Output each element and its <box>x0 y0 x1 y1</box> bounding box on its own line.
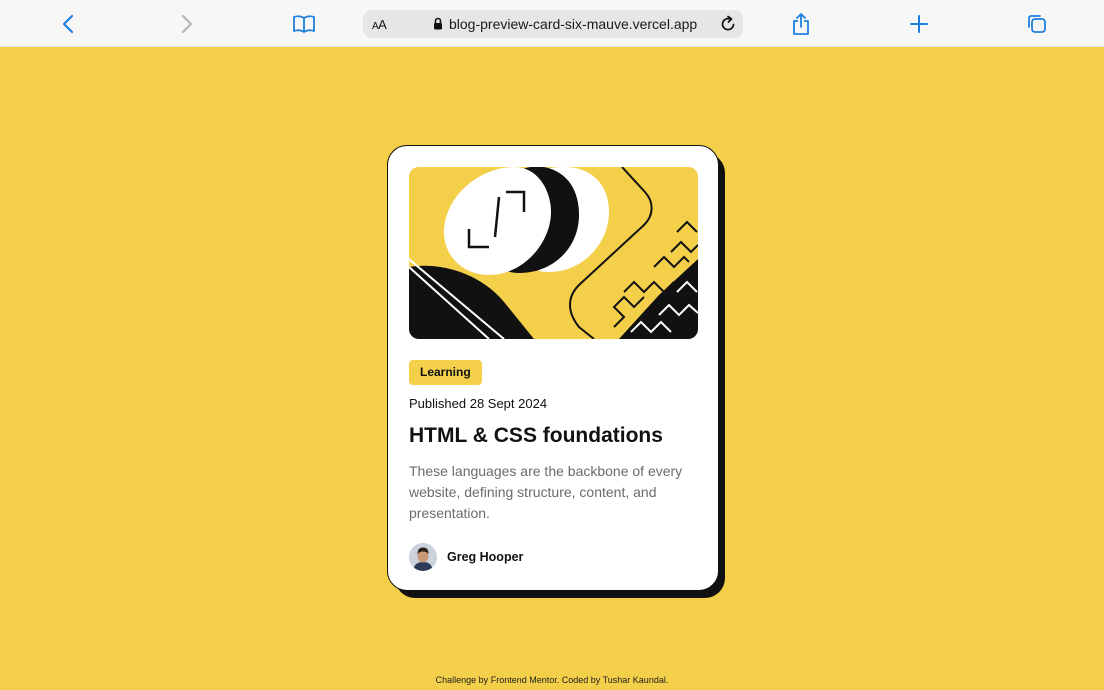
tabs-button[interactable] <box>1021 8 1053 40</box>
author-link[interactable]: Tushar Kaundal <box>603 675 666 685</box>
forward-button[interactable] <box>170 8 202 40</box>
browser-toolbar: AA blog-preview-card-six-mauve.vercel.ap… <box>0 0 1104 47</box>
bookmarks-icon <box>293 15 315 33</box>
url-text: blog-preview-card-six-mauve.vercel.app <box>449 16 698 32</box>
tabs-icon <box>1028 15 1046 33</box>
author: Greg Hooper <box>409 543 523 571</box>
published-date: Published 28 Sept 2024 <box>409 396 548 411</box>
back-button[interactable] <box>53 8 85 40</box>
blog-preview-card: Learning Published 28 Sept 2024 HTML & C… <box>387 145 719 591</box>
share-button[interactable] <box>785 8 817 40</box>
attribution-middle: . Coded by <box>556 675 601 685</box>
card-title[interactable]: HTML & CSS foundations <box>409 424 663 448</box>
back-icon <box>62 14 74 34</box>
frontend-mentor-link[interactable]: Frontend Mentor <box>491 675 557 685</box>
lock-icon <box>434 17 442 30</box>
new-tab-icon <box>910 15 928 33</box>
forward-icon <box>181 14 193 34</box>
hero-illustration <box>409 167 698 339</box>
attribution-prefix: Challenge by <box>435 675 489 685</box>
reload-icon[interactable] <box>718 14 738 34</box>
author-name: Greg Hooper <box>447 550 524 564</box>
attribution: Challenge by Frontend Mentor. Coded by T… <box>0 675 1104 685</box>
category-tag[interactable]: Learning <box>409 360 482 385</box>
avatar <box>409 543 437 571</box>
bookmarks-button[interactable] <box>288 8 320 40</box>
text-size-button[interactable]: AA <box>372 16 387 34</box>
share-icon <box>793 13 809 35</box>
attribution-suffix: . <box>665 675 669 685</box>
card-description: These languages are the backbone of ever… <box>409 463 683 521</box>
new-tab-button[interactable] <box>903 8 935 40</box>
address-bar[interactable]: AA blog-preview-card-six-mauve.vercel.ap… <box>363 10 743 38</box>
